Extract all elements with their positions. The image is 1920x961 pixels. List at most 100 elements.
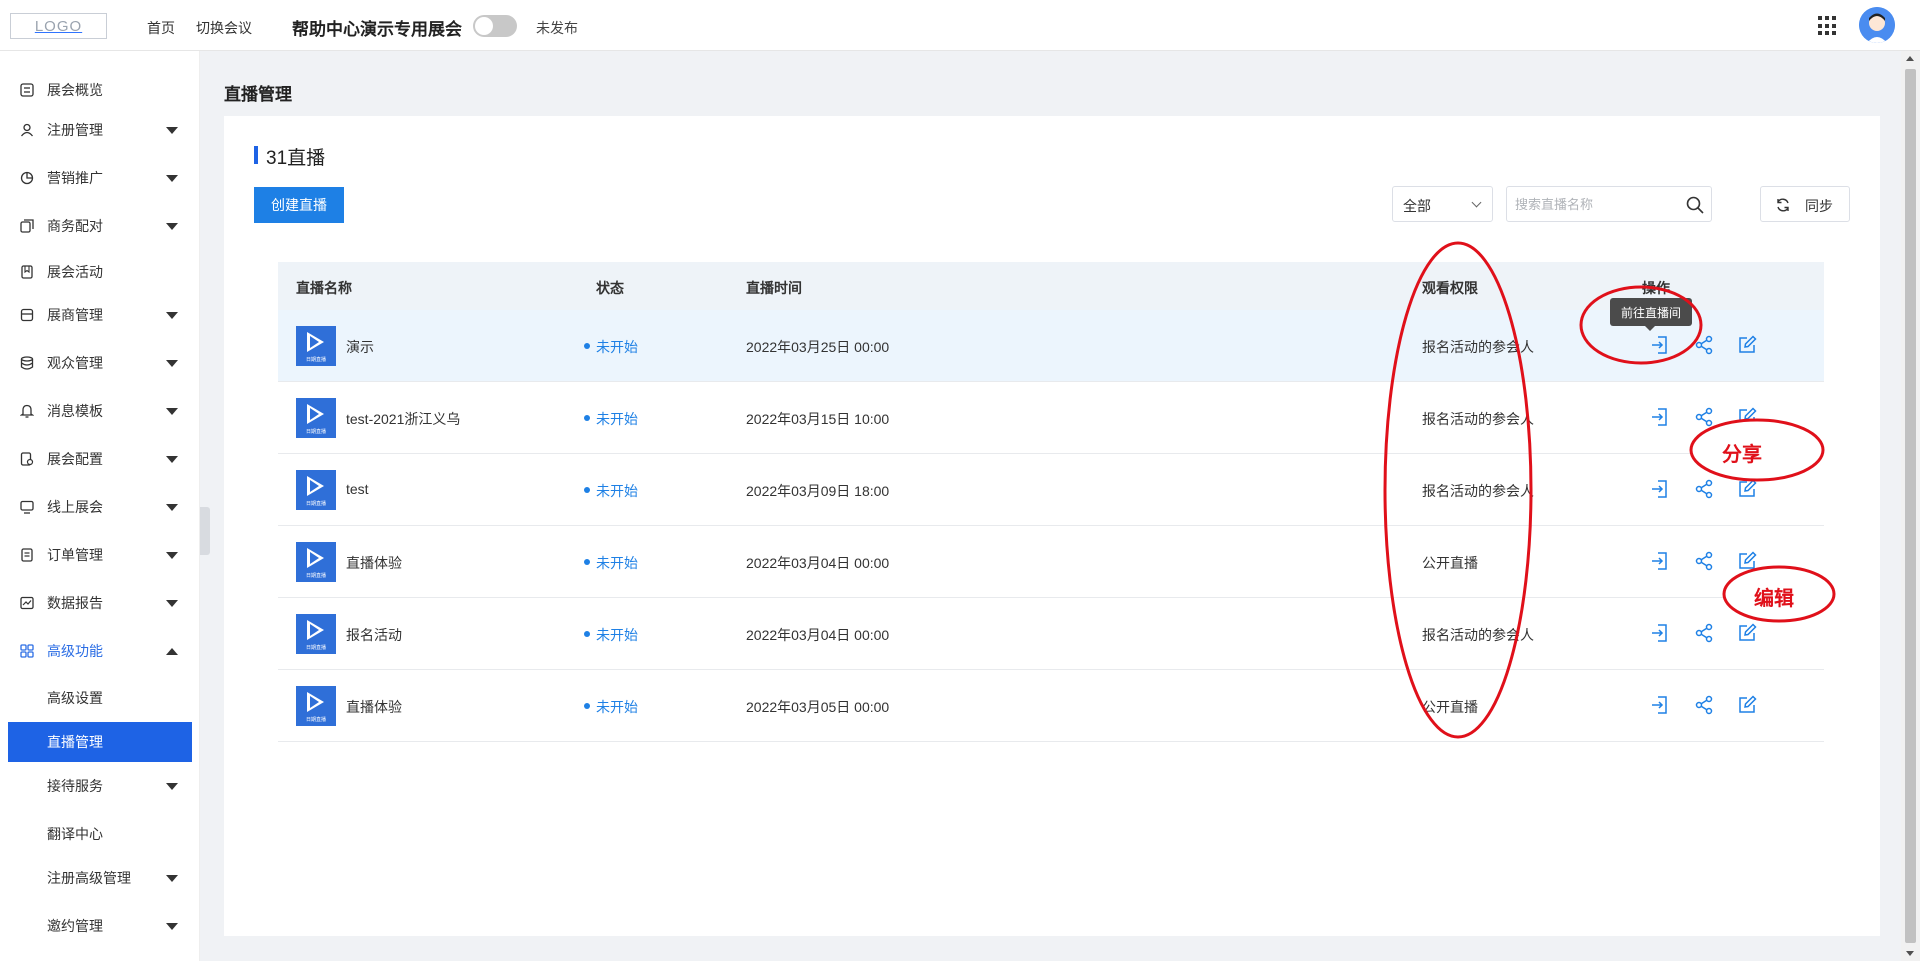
publish-toggle[interactable] [473, 15, 517, 37]
scroll-up-icon[interactable] [1906, 56, 1914, 61]
sidebar-collapse-handle[interactable] [200, 507, 210, 555]
sidebar-item-label: 展会概览 [47, 82, 103, 98]
enter-live-icon[interactable] [1650, 623, 1670, 643]
share-icon[interactable] [1694, 551, 1714, 571]
sidebar-item-7[interactable]: 观众管理 [0, 343, 200, 383]
share-icon[interactable] [1694, 407, 1714, 427]
status-badge: 未开始 [584, 411, 638, 427]
sidebar-item-label: 数据报告 [47, 595, 103, 611]
edit-icon[interactable] [1737, 479, 1757, 499]
avatar[interactable] [1859, 7, 1895, 43]
sidebar-item-label: 展会配置 [47, 451, 103, 467]
edit-icon[interactable] [1737, 335, 1757, 355]
database-icon [20, 356, 34, 370]
live-time: 2022年03月15日 10:00 [746, 411, 890, 427]
sidebar-subitem-4[interactable]: 翻译中心 [0, 814, 200, 854]
share-icon[interactable] [1694, 479, 1714, 499]
edit-icon[interactable] [1737, 695, 1757, 715]
table-row[interactable]: 日期直播 直播体验 未开始 2022年03月05日 00:00 公开直播 [278, 670, 1824, 742]
sidebar-subitem-3[interactable]: 接待服务 [0, 766, 200, 806]
share-icon[interactable] [1694, 335, 1714, 355]
create-live-button[interactable]: 创建直播 [254, 187, 344, 223]
caret-down-icon [166, 359, 178, 367]
apps-grid-icon[interactable] [1818, 16, 1838, 36]
sidebar-subitem-5[interactable]: 注册高级管理 [0, 858, 200, 898]
status-badge: 未开始 [584, 555, 638, 571]
sync-label: 同步 [1805, 198, 1833, 214]
enter-live-icon[interactable] [1650, 695, 1670, 715]
search-icon[interactable] [1685, 195, 1705, 215]
caret-down-icon [166, 126, 178, 134]
section-accent-bar [254, 146, 258, 164]
bell-icon [20, 404, 34, 418]
sidebar-item-3[interactable]: 营销推广 [0, 158, 200, 198]
sidebar-subitem-label: 翻译中心 [47, 826, 103, 842]
live-thumbnail[interactable]: 日期直播 [296, 326, 336, 366]
enter-live-tooltip: 前往直播间 [1610, 298, 1692, 331]
sidebar-subitem-1[interactable]: 高级设置 [0, 678, 200, 718]
live-thumbnail[interactable]: 日期直播 [296, 470, 336, 510]
table-row[interactable]: 日期直播 test-2021浙江义乌 未开始 2022年03月15日 10:00 报名活… [278, 382, 1824, 454]
view-permission: 报名活动的参会人 [1422, 411, 1534, 427]
enter-live-icon[interactable] [1650, 407, 1670, 427]
sidebar-item-5[interactable]: 展会活动 [0, 252, 200, 292]
sidebar-item-8[interactable]: 消息模板 [0, 391, 200, 431]
enter-live-icon[interactable] [1650, 551, 1670, 571]
live-name: 报名活动 [346, 627, 402, 643]
nav-home-link[interactable]: 首页 [147, 18, 175, 38]
edit-icon[interactable] [1737, 551, 1757, 571]
sidebar-subitem-label: 高级设置 [47, 690, 103, 706]
edit-icon[interactable] [1737, 623, 1757, 643]
status-badge: 未开始 [584, 483, 638, 499]
user-icon [20, 123, 34, 137]
vertical-scrollbar[interactable] [1901, 51, 1920, 961]
sidebar-item-10[interactable]: 线上展会 [0, 487, 200, 527]
edit-icon[interactable] [1737, 407, 1757, 427]
search-input[interactable] [1515, 193, 1675, 215]
sidebar-subitem-6[interactable]: 邀约管理 [0, 906, 200, 946]
sidebar-subitem-2[interactable]: 直播管理 [8, 722, 192, 762]
status-filter-select[interactable]: 全部 [1392, 186, 1493, 222]
sidebar-item-1[interactable]: 展会概览 [0, 70, 200, 110]
sidebar-item-6[interactable]: 展商管理 [0, 295, 200, 335]
copy-icon [20, 219, 34, 233]
sidebar-item-2[interactable]: 注册管理 [0, 110, 200, 150]
view-permission: 公开直播 [1422, 699, 1478, 715]
live-thumbnail[interactable]: 日期直播 [296, 614, 336, 654]
table-row[interactable]: 日期直播 报名活动 未开始 2022年03月04日 00:00 报名活动的参会人 [278, 598, 1824, 670]
sidebar-item-12[interactable]: 数据报告 [0, 583, 200, 623]
sync-button[interactable]: 同步 [1760, 186, 1850, 222]
sidebar-item-9[interactable]: 展会配置 [0, 439, 200, 479]
live-thumbnail[interactable]: 日期直播 [296, 542, 336, 582]
play-icon [307, 476, 324, 496]
sidebar-item-4[interactable]: 商务配对 [0, 206, 200, 246]
live-time: 2022年03月09日 18:00 [746, 483, 890, 499]
logo[interactable]: LOGO [10, 13, 107, 39]
enter-live-icon[interactable] [1650, 479, 1670, 499]
sidebar-item-label: 订单管理 [47, 547, 103, 563]
scroll-down-icon[interactable] [1906, 951, 1914, 956]
thumbnail-caption: 日期直播 [305, 573, 326, 579]
sidebar: 展会概览注册管理营销推广商务配对展会活动 展商管理观众管理消息模板展会配置线上展会… [0, 51, 200, 961]
table-row[interactable]: 日期直播 演示 未开始 2022年03月25日 00:00 报名活动的参会人 [278, 310, 1824, 382]
sidebar-item-label: 高级功能 [47, 643, 103, 659]
live-time: 2022年03月04日 00:00 [746, 555, 890, 571]
table-row[interactable]: 日期直播 直播体验 未开始 2022年03月04日 00:00 公开直播 [278, 526, 1824, 598]
live-thumbnail[interactable]: 日期直播 [296, 686, 336, 726]
share-annotation-label: 分享 [1722, 444, 1762, 466]
table-row[interactable]: 日期直播 test 未开始 2022年03月09日 18:00 报名活动的参会人 [278, 454, 1824, 526]
sidebar-item-11[interactable]: 订单管理 [0, 535, 200, 575]
caret-down-icon [166, 174, 178, 182]
scrollbar-thumb[interactable] [1905, 69, 1916, 943]
live-thumbnail[interactable]: 日期直播 [296, 398, 336, 438]
play-icon [307, 332, 324, 352]
share-icon[interactable] [1694, 623, 1714, 643]
sidebar-item-13[interactable]: 高级功能 [0, 631, 200, 671]
nav-switch-meeting-link[interactable]: 切换会议 [196, 18, 252, 38]
header-time: 直播时间 [746, 280, 802, 296]
play-icon [307, 620, 324, 640]
thumbnail-caption: 日期直播 [305, 501, 326, 507]
search-box[interactable] [1506, 186, 1712, 222]
share-icon[interactable] [1694, 695, 1714, 715]
enter-live-icon[interactable] [1650, 335, 1670, 355]
